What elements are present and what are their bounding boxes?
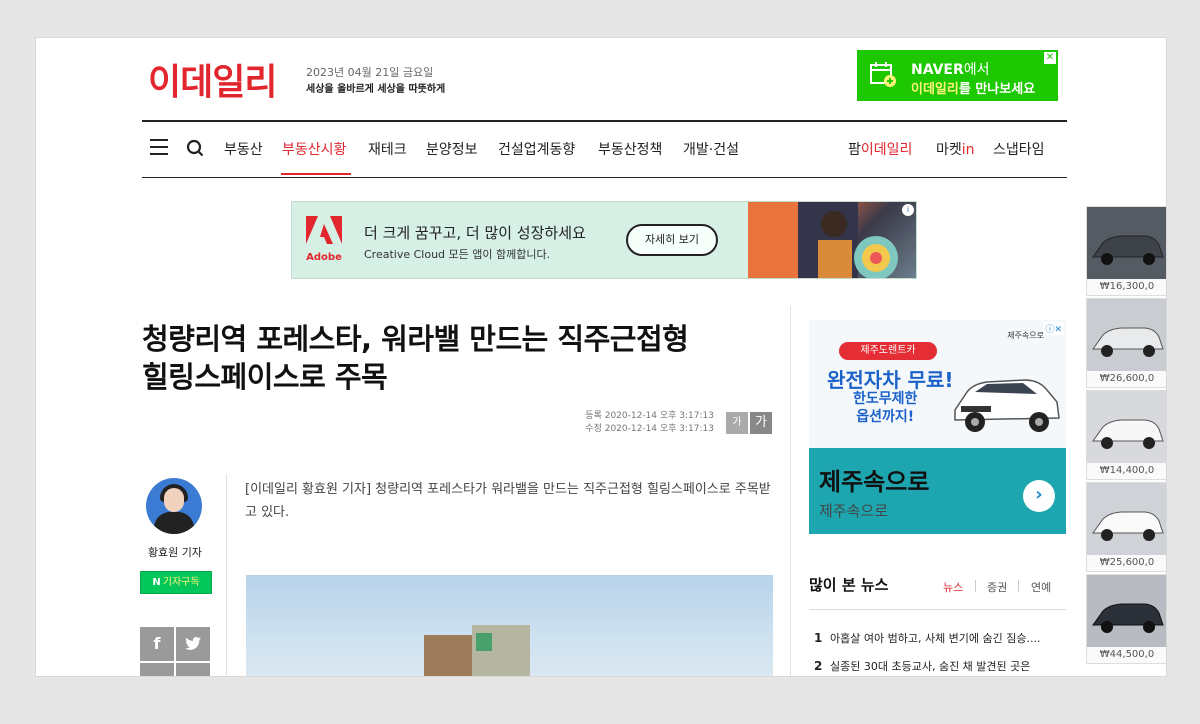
nav-item-finance[interactable]: 재테크 (368, 139, 407, 159)
list-item[interactable]: 1 아홉살 여아 범하고, 사체 변기에 숨긴 짐승.... (814, 630, 1041, 646)
car-photo (1087, 483, 1166, 555)
site-logo[interactable]: 이데일리 (148, 53, 277, 105)
article-title: 청량리역 포레스타, 워라밸 만드는 직주근접형 힐링스페이스로 주목 (142, 322, 689, 394)
ad-big-text: 완전자차 무료! (827, 368, 954, 392)
share-icon[interactable] (140, 663, 174, 676)
font-smaller-button[interactable]: 가 (726, 412, 748, 434)
ad-headline: 더 크게 꿈꾸고, 더 많이 성장하세요 (364, 224, 586, 242)
car-price: ₩25,600,0 (1087, 555, 1166, 571)
column-divider (790, 306, 791, 676)
modified-time: 수정 2020-12-14 오후 3:17:13 (585, 424, 714, 434)
subscribe-reporter-button[interactable]: N 기자구독 (140, 571, 212, 594)
ad-small-text: 한도무제한 옵션까지! (853, 391, 918, 425)
car-price: ₩14,400,0 (1087, 463, 1166, 479)
car-photo (1087, 299, 1166, 371)
facebook-share-icon[interactable]: f (140, 627, 174, 661)
reporter-name[interactable]: 황효원 기자 (142, 544, 208, 560)
nav-item-farm-edaily[interactable]: 팜이데일리 (848, 139, 912, 159)
most-viewed-title: 많이 본 뉴스 (809, 576, 889, 594)
nav-item-market[interactable]: 부동산시황 (282, 139, 346, 159)
car-ad-item[interactable]: ₩44,500,0 (1086, 574, 1166, 664)
article-left-divider (226, 474, 227, 676)
font-larger-button[interactable]: 가 (750, 412, 772, 434)
nav-item-development[interactable]: 개발·건설 (683, 139, 739, 159)
car-photo (1087, 391, 1166, 463)
list-item[interactable]: 2 실종된 30대 초등교사, 숨진 채 발견된 곳은 (814, 658, 1030, 674)
nav-item-policy[interactable]: 부동산정책 (598, 139, 662, 159)
ad-subline: Creative Cloud 모든 앱이 함께합니다. (364, 248, 551, 261)
nav-item-snaptime[interactable]: 스냅타임 (993, 139, 1045, 159)
chevron-right-icon[interactable]: › (1023, 480, 1055, 512)
used-car-ad-strip: ₩16,300,0 ₩26,600,0 ₩14,400,0 ₩25,600,0 … (1084, 206, 1166, 666)
search-icon[interactable] (186, 139, 204, 157)
jeju-rentcar-ad[interactable]: 제주도렌트카 제주속으로 완전자차 무료! 한도무제한 옵션까지! 제주속으로 제… (809, 320, 1066, 534)
adchoices-close-icon[interactable]: ⓘ✕ (1043, 322, 1064, 335)
hamburger-menu-icon[interactable] (150, 139, 168, 155)
main-nav: 부동산 부동산시황 재테크 분양정보 건설업계동향 부동산정책 개발·건설 팜이… (142, 120, 1067, 178)
article-lead: [이데일리 황효원 기자] 청량리역 포레스타가 워라밸을 만드는 직주근접형 … (245, 482, 771, 520)
adchoices-icon[interactable]: i (902, 204, 914, 216)
car-price: ₩44,500,0 (1087, 647, 1166, 663)
article-timestamps: 등록 2020-12-14 오후 3:17:13 수정 2020-12-14 오… (556, 410, 714, 436)
tab-entertainment[interactable]: 연예 (1031, 579, 1051, 595)
ad-advertiser-sub: 제주속으로 (819, 502, 889, 520)
nav-item-construction-trends[interactable]: 건설업계동향 (498, 139, 575, 159)
car-photo (1087, 207, 1166, 279)
car-illustration (954, 379, 1060, 432)
car-ad-item[interactable]: ₩26,600,0 (1086, 298, 1166, 388)
car-price: ₩16,300,0 (1087, 279, 1166, 295)
window-frame: 이데일리 2023년 04월 21일 금요일 세상을 올바르게 세상을 따뜻하게… (0, 0, 1200, 724)
header-date: 2023년 04월 21일 금요일 (306, 66, 434, 79)
person-color-wheel-illustration (748, 202, 898, 278)
web-page: 이데일리 2023년 04월 21일 금요일 세상을 올바르게 세상을 따뜻하게… (36, 38, 1166, 676)
tab-news[interactable]: 뉴스 (943, 579, 963, 595)
avatar[interactable] (146, 478, 202, 534)
ad-advertiser-name: 제주속으로 (819, 468, 930, 496)
naver-subscribe-banner[interactable]: NAVER에서 이데일리를 만나보세요 ✕ (857, 50, 1058, 101)
ad-photo (748, 202, 916, 278)
tab-stocks[interactable]: 증권 (987, 579, 1007, 595)
nav-active-underline (281, 173, 351, 175)
adobe-ad-banner[interactable]: Adobe 더 크게 꿈꾸고, 더 많이 성장하세요 Creative Clou… (291, 201, 917, 279)
car-ad-item[interactable]: ₩14,400,0 (1086, 390, 1166, 480)
nav-item-presale[interactable]: 분양정보 (426, 139, 478, 159)
naver-banner-line1: NAVER에서 (911, 62, 990, 78)
article-image (246, 575, 773, 676)
naver-banner-line2: 이데일리를 만나보세요 (911, 82, 1036, 97)
adobe-a-icon (306, 216, 342, 244)
nav-item-market-in[interactable]: 마켓in (936, 139, 975, 159)
close-icon[interactable]: ✕ (1044, 52, 1056, 64)
ad-brand: 제주속으로 (1007, 331, 1044, 340)
calendar-plus-icon (870, 62, 896, 87)
header-slogan: 세상을 올바르게 세상을 따뜻하게 (306, 84, 446, 95)
ad-cta-button[interactable]: 자세히 보기 (626, 224, 718, 256)
share-icon[interactable] (176, 663, 210, 676)
nav-item-realestate[interactable]: 부동산 (224, 139, 263, 159)
registered-time: 등록 2020-12-14 오후 3:17:13 (585, 411, 714, 421)
twitter-share-icon[interactable] (176, 627, 210, 661)
ad-badge: 제주도렌트카 (839, 342, 937, 360)
car-ad-item[interactable]: ₩16,300,0 (1086, 206, 1166, 296)
car-ad-item[interactable]: ₩25,600,0 (1086, 482, 1166, 572)
car-price: ₩26,600,0 (1087, 371, 1166, 387)
adobe-logo: Adobe (306, 216, 342, 263)
car-photo (1087, 575, 1166, 647)
